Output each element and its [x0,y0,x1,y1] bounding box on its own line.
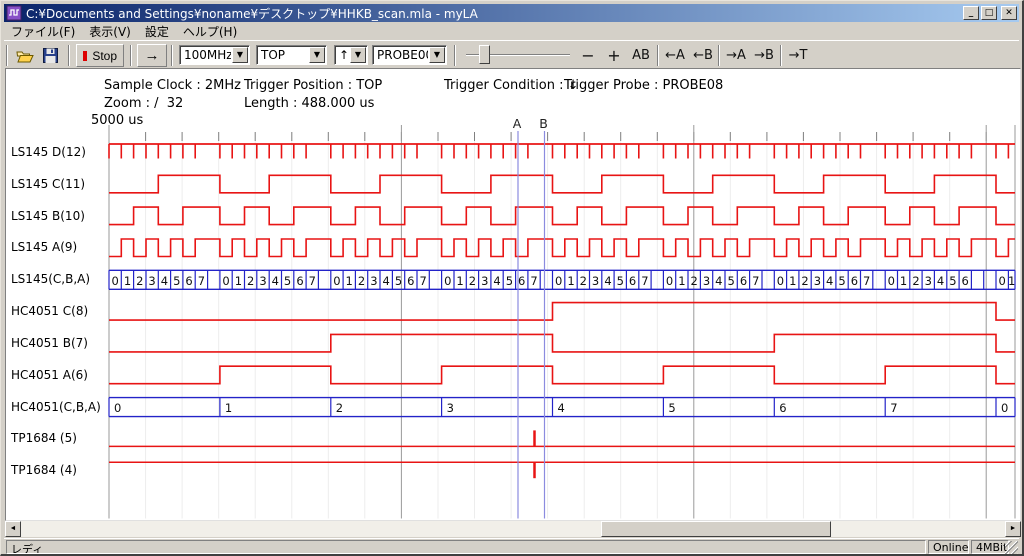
channel-label-5[interactable]: HC4051 C(8) [11,304,107,318]
trigger-position-value: TOP [257,48,308,62]
menu-help[interactable]: ヘルプ(H) [176,21,244,42]
goto-a-right-button[interactable]: →A [723,44,749,67]
channel-label-8[interactable]: HC4051(C,B,A) [11,400,107,414]
maximize-button[interactable]: □ [981,6,997,20]
status-ready: レディ [6,540,926,554]
channel-label-0[interactable]: LS145 D(12) [11,145,107,159]
channel-label-9[interactable]: TP1684 (5) [11,431,107,445]
status-memory: 4MBit [971,540,1009,554]
chevron-down-icon[interactable]: ▼ [429,47,445,63]
chevron-down-icon[interactable]: ▼ [350,47,366,63]
title-bar[interactable]: C:¥Documents and Settings¥noname¥デスクトップ¥… [4,4,1019,22]
run-button[interactable]: → [137,44,167,67]
trigger-edge-combo[interactable]: ↑ ▼ [334,45,368,65]
toolbar-separator [657,45,659,66]
stop-icon [83,51,87,61]
chevron-down-icon[interactable]: ▼ [232,47,248,63]
trigger-probe-combo[interactable]: PROBE00 ▼ [372,45,447,65]
goto-trigger-button[interactable]: →T [785,44,811,67]
channel-label-10[interactable]: TP1684 (4) [11,463,107,477]
toolbar-separator [780,45,782,66]
resize-grip[interactable] [1005,541,1018,554]
toolbar: Stop → 100MHz ▼ TOP ▼ ↑ ▼ PROBE00 ▼ − + … [4,40,1019,68]
zoom-slider-thumb[interactable] [479,45,490,64]
time-scale-label: 5000 us [91,113,143,128]
trigger-edge-value: ↑ [335,48,349,62]
sample-clock-combo[interactable]: 100MHz ▼ [179,45,250,65]
toolbar-separator [454,45,456,66]
waveform-view[interactable] [5,68,1021,521]
sample-clock-value: 100MHz [180,48,231,62]
goto-a-left-button[interactable]: ←A [662,44,688,67]
channel-label-1[interactable]: LS145 C(11) [11,177,107,191]
menu-settings[interactable]: 設定 [138,21,176,42]
close-button[interactable]: ✕ [1001,6,1017,20]
toolbar-separator [68,45,70,66]
info-trigger-position: Trigger Position : TOP [244,78,382,93]
window-title: C:¥Documents and Settings¥noname¥デスクトップ¥… [26,5,961,22]
horizontal-scrollbar[interactable]: ◄ ► [5,521,1021,537]
info-sample-clock: Sample Clock : 2MHz [104,78,241,93]
channel-label-4[interactable]: LS145(C,B,A) [11,272,107,286]
open-file-button[interactable] [13,45,36,66]
toolbar-separator [171,45,173,66]
goto-b-left-button[interactable]: ←B [690,44,716,67]
stop-button[interactable]: Stop [76,44,124,67]
toolbar-grip [6,45,8,66]
scroll-left-button[interactable]: ◄ [5,521,21,537]
goto-b-right-button[interactable]: →B [751,44,777,67]
status-bar: レディ Online 4MBit [4,538,1019,554]
toolbar-separator [718,45,720,66]
chevron-down-icon[interactable]: ▼ [309,47,325,63]
app-window: C:¥Documents and Settings¥noname¥デスクトップ¥… [0,0,1024,556]
scrollbar-thumb[interactable] [601,521,831,537]
info-zoom: Zoom : / 32 [104,96,183,111]
info-trigger-probe: Trigger Probe : PROBE08 [564,78,723,93]
menu-view[interactable]: 表示(V) [82,21,138,42]
toolbar-separator [130,45,132,66]
minimize-button[interactable]: _ [963,6,979,20]
trigger-probe-value: PROBE00 [373,48,428,62]
menu-bar: ファイル(F) 表示(V) 設定 ヘルプ(H) [4,22,1019,40]
zoom-ab-button[interactable]: AB [628,44,654,67]
info-trigger-condition: Trigger Condition : ↓ [444,78,579,93]
channel-label-2[interactable]: LS145 B(10) [11,209,107,223]
zoom-in-button[interactable]: + [604,44,624,67]
channel-label-3[interactable]: LS145 A(9) [11,240,107,254]
trigger-position-combo[interactable]: TOP ▼ [256,45,327,65]
info-length: Length : 488.000 us [244,96,374,111]
status-online: Online [928,540,969,554]
zoom-out-button[interactable]: − [578,44,598,67]
stop-label: Stop [92,49,117,63]
scroll-right-button[interactable]: ► [1005,521,1021,537]
channel-label-7[interactable]: HC4051 A(6) [11,368,107,382]
app-icon [6,5,22,21]
open-folder-icon [16,49,34,63]
menu-file[interactable]: ファイル(F) [4,21,82,42]
channel-label-6[interactable]: HC4051 B(7) [11,336,107,350]
save-button[interactable] [39,45,62,66]
floppy-disk-icon [43,48,58,63]
